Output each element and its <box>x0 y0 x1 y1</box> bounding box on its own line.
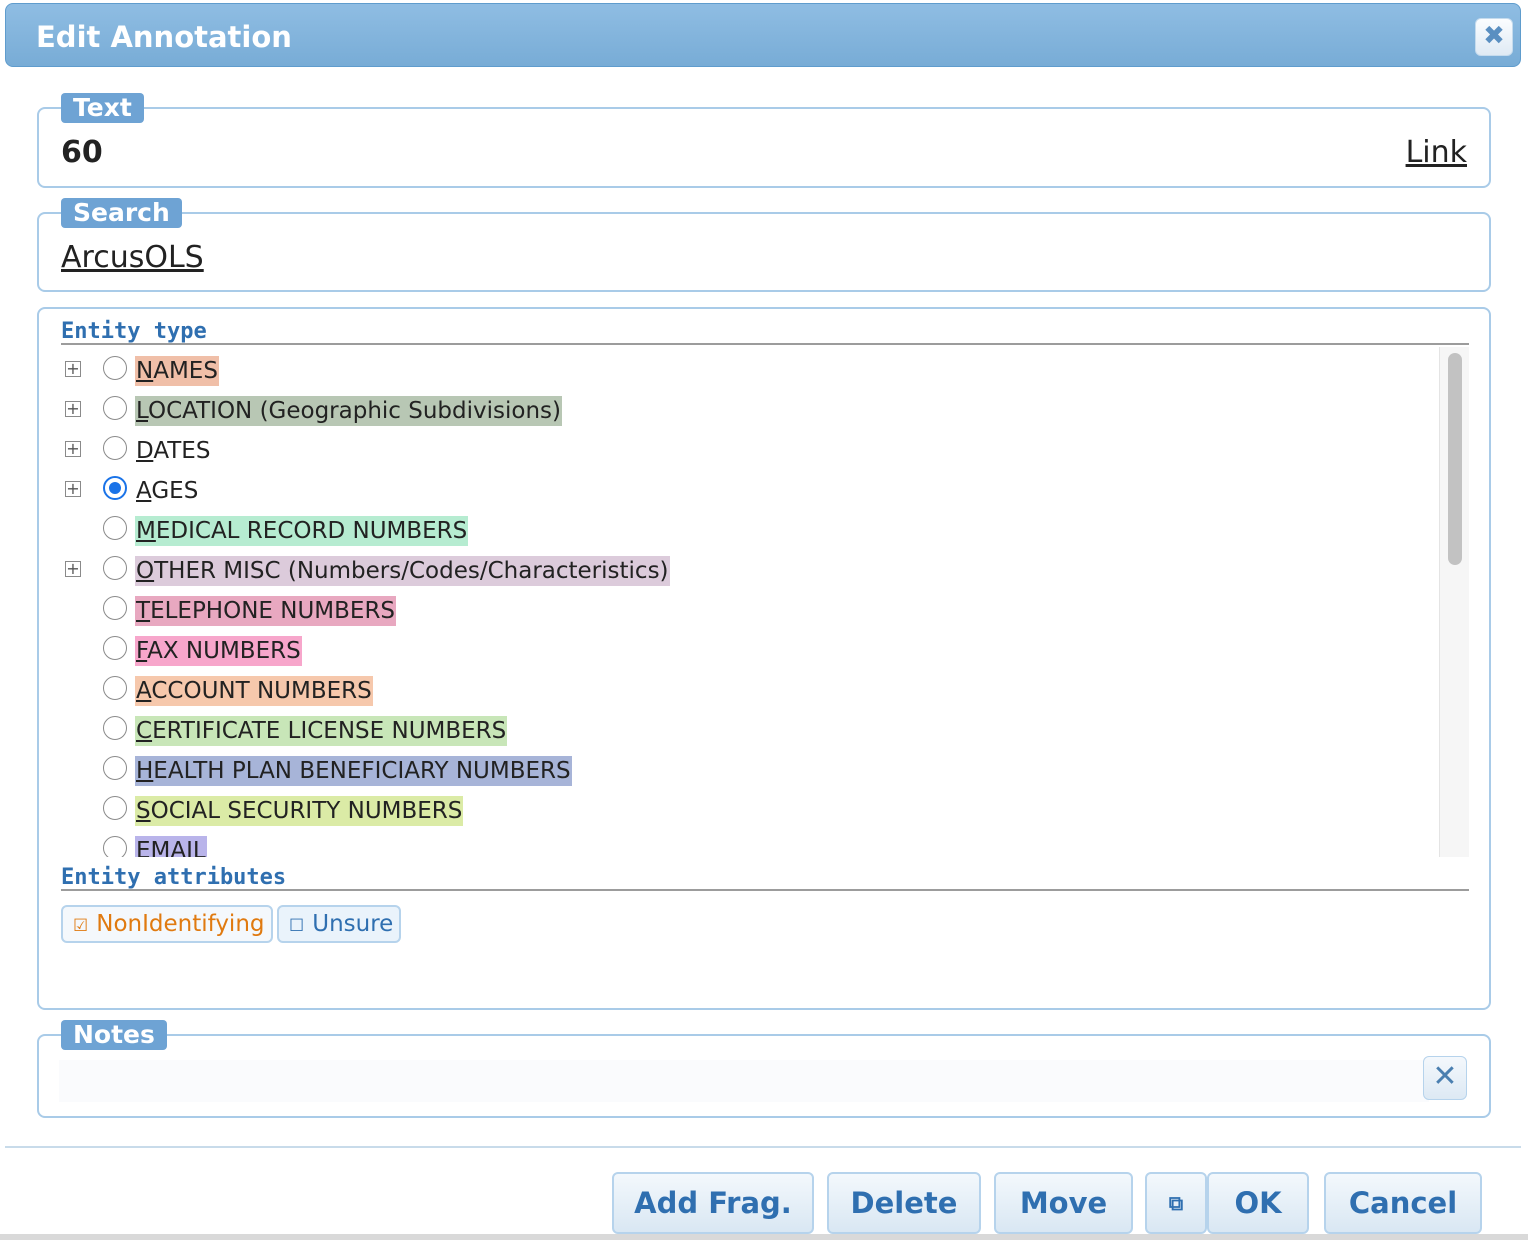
footer-divider <box>5 1146 1521 1148</box>
attr-nonidentifying-label: NonIdentifying <box>96 911 265 937</box>
ok-button[interactable]: OK <box>1207 1172 1309 1234</box>
cancel-button[interactable]: Cancel <box>1324 1172 1482 1234</box>
entity-type-radio[interactable] <box>103 516 127 540</box>
text-fieldset: Text 60 Link <box>37 93 1491 188</box>
dialog-title: Edit Annotation <box>36 20 292 54</box>
entity-type-radio[interactable] <box>103 476 127 500</box>
entity-fieldset: Entity type + NAMES + LOCATION (Geographic … <box>37 307 1491 1010</box>
text-legend: Text <box>61 93 144 123</box>
expand-plus-icon[interactable]: + <box>65 361 81 377</box>
entity-type-radio[interactable] <box>103 716 127 740</box>
entity-type-label[interactable]: EMAIL <box>135 836 207 857</box>
clear-notes-icon[interactable]: ✕ <box>1423 1056 1467 1100</box>
entity-type-row[interactable]: FAX NUMBERS <box>61 629 1431 669</box>
dialog-titlebar[interactable]: Edit Annotation ✖ <box>5 3 1521 67</box>
scrollbar-thumb[interactable] <box>1448 353 1462 565</box>
entity-type-label[interactable]: ACCOUNT NUMBERS <box>135 676 373 706</box>
entity-type-row[interactable]: + NAMES <box>61 349 1431 389</box>
entity-type-divider <box>61 343 1469 345</box>
notes-fieldset: Notes ✕ <box>37 1020 1491 1118</box>
expand-plus-icon[interactable]: + <box>65 401 81 417</box>
search-fieldset: Search ArcusOLS <box>37 198 1491 292</box>
entity-type-row[interactable]: + DATES <box>61 429 1431 469</box>
notes-legend: Notes <box>61 1020 167 1050</box>
entity-type-radio[interactable] <box>103 676 127 700</box>
attr-unsure-button[interactable]: ☐ Unsure <box>277 905 401 943</box>
entity-type-radio[interactable] <box>103 396 127 420</box>
entity-type-row[interactable]: TELEPHONE NUMBERS <box>61 589 1431 629</box>
entity-type-label[interactable]: HEALTH PLAN BENEFICIARY NUMBERS <box>135 756 572 786</box>
text-link[interactable]: Link <box>1406 135 1467 170</box>
entity-type-row[interactable]: SOCIAL SECURITY NUMBERS <box>61 789 1431 829</box>
entity-type-radio[interactable] <box>103 636 127 660</box>
entity-type-row[interactable]: EMAIL <box>61 829 1431 857</box>
close-icon[interactable]: ✖ <box>1475 18 1513 56</box>
entity-type-label[interactable]: TELEPHONE NUMBERS <box>135 596 397 626</box>
entity-type-label[interactable]: CERTIFICATE LICENSE NUMBERS <box>135 716 508 746</box>
entity-type-scrollbar[interactable] <box>1439 347 1469 857</box>
entity-type-row[interactable]: HEALTH PLAN BENEFICIARY NUMBERS <box>61 749 1431 789</box>
entity-type-radio[interactable] <box>103 756 127 780</box>
edit-annotation-dialog: Edit Annotation ✖ Text 60 Link Search Ar… <box>0 0 1528 1240</box>
lock-icon[interactable]: ⧉ <box>1145 1172 1207 1234</box>
notes-input[interactable] <box>59 1060 1429 1102</box>
entity-type-radio[interactable] <box>103 836 127 857</box>
entity-type-radio[interactable] <box>103 596 127 620</box>
entity-type-label[interactable]: SOCIAL SECURITY NUMBERS <box>135 796 464 826</box>
search-arcusols-link[interactable]: ArcusOLS <box>61 240 204 275</box>
checkbox-checked-icon: ☑ <box>73 916 89 936</box>
annotation-text-value: 60 <box>61 135 103 170</box>
expand-plus-icon[interactable]: + <box>65 481 81 497</box>
entity-attributes-heading: Entity attributes <box>61 865 287 890</box>
entity-type-label[interactable]: FAX NUMBERS <box>135 636 302 666</box>
entity-type-radio[interactable] <box>103 796 127 820</box>
entity-type-row[interactable]: MEDICAL RECORD NUMBERS <box>61 509 1431 549</box>
attr-nonidentifying-button[interactable]: ☑ NonIdentifying <box>61 905 273 943</box>
attr-unsure-label: Unsure <box>312 911 394 937</box>
entity-type-row[interactable]: + AGES <box>61 469 1431 509</box>
entity-type-radio[interactable] <box>103 436 127 460</box>
entity-type-label[interactable]: MEDICAL RECORD NUMBERS <box>135 516 469 546</box>
entity-type-row[interactable]: + OTHER MISC (Numbers/Codes/Characteristi… <box>61 549 1431 589</box>
move-button[interactable]: Move <box>994 1172 1133 1234</box>
checkbox-unchecked-icon: ☐ <box>289 916 305 936</box>
expand-plus-icon[interactable]: + <box>65 441 81 457</box>
entity-type-label[interactable]: DATES <box>135 436 211 466</box>
entity-type-label[interactable]: LOCATION (Geographic Subdivisions) <box>135 396 563 426</box>
entity-type-label[interactable]: NAMES <box>135 356 219 386</box>
window-bottom-edge <box>0 1234 1528 1240</box>
entity-type-list[interactable]: + NAMES + LOCATION (Geographic Subdivisions… <box>61 347 1469 857</box>
entity-type-heading: Entity type <box>61 319 207 344</box>
search-legend: Search <box>61 198 182 228</box>
entity-type-radio[interactable] <box>103 356 127 380</box>
entity-type-row[interactable]: + LOCATION (Geographic Subdivisions) <box>61 389 1431 429</box>
delete-button[interactable]: Delete <box>827 1172 981 1234</box>
entity-attributes-divider <box>61 889 1469 891</box>
entity-type-radio[interactable] <box>103 556 127 580</box>
entity-type-label[interactable]: OTHER MISC (Numbers/Codes/Characteristic… <box>135 556 670 586</box>
expand-plus-icon[interactable]: + <box>65 561 81 577</box>
entity-type-row[interactable]: ACCOUNT NUMBERS <box>61 669 1431 709</box>
entity-type-row[interactable]: CERTIFICATE LICENSE NUMBERS <box>61 709 1431 749</box>
entity-type-label[interactable]: AGES <box>135 476 199 506</box>
add-frag-button[interactable]: Add Frag. <box>612 1172 814 1234</box>
